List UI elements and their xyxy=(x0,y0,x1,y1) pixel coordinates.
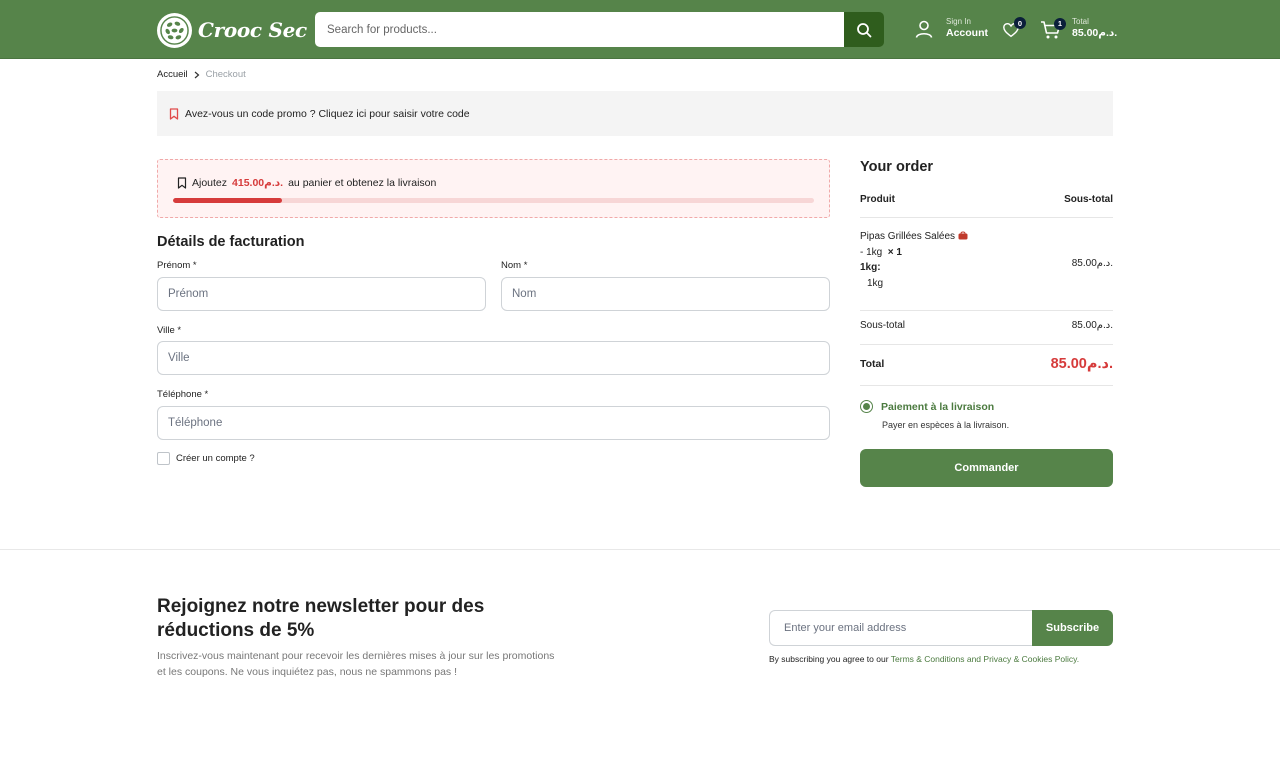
item-price: 85.00د.م. xyxy=(1071,258,1113,269)
promo-code-link[interactable]: Avez-vous un code promo ? Cliquez ici po… xyxy=(185,108,470,120)
create-account-checkbox[interactable] xyxy=(157,452,170,465)
bag-emoji-icon xyxy=(958,231,968,240)
search-input[interactable] xyxy=(315,12,844,47)
shipping-progress-fill xyxy=(173,198,282,203)
cart-button[interactable]: 1 Total 85.00د.م. xyxy=(1040,17,1117,40)
subtotal-label: Sous-total xyxy=(860,320,906,331)
payment-description: Payer en espèces à la livraison. xyxy=(882,420,1010,430)
terms-and: and xyxy=(966,654,982,664)
promo-code-bar: Avez-vous un code promo ? Cliquez ici po… xyxy=(157,91,1113,136)
cart-count-badge: 1 xyxy=(1054,17,1066,30)
item-quantity: × 1 xyxy=(887,246,902,258)
account-link[interactable]: Sign In Account xyxy=(914,17,988,40)
subtotal-row: Sous-total 85.00د.م. xyxy=(860,320,1113,331)
item-attr-label: 1kg: xyxy=(860,262,881,273)
divider xyxy=(860,217,1113,218)
search-bar xyxy=(315,12,884,47)
breadcrumb-current: Checkout xyxy=(205,69,246,80)
last-name-field[interactable] xyxy=(501,277,830,311)
city-label: Ville * xyxy=(157,325,182,336)
create-account-option[interactable]: Créer un compte ? xyxy=(157,452,255,465)
divider xyxy=(860,310,1113,311)
terms-prefix: By subscribing you agree to our xyxy=(769,654,889,664)
brand-name: Crooc Sec xyxy=(198,18,307,42)
shipping-suffix: au panier et obtenez la livraison xyxy=(288,177,437,189)
account-label: Account xyxy=(946,27,988,39)
user-icon xyxy=(915,20,933,38)
total-value: 85.00د.م. xyxy=(1050,356,1113,372)
shipping-prefix: Ajoutez xyxy=(192,177,228,189)
cart-small-label: Total xyxy=(1072,17,1089,26)
bookmark-icon xyxy=(169,107,179,120)
section-divider xyxy=(0,549,1280,550)
shipping-progress-track xyxy=(173,198,814,203)
city-field[interactable] xyxy=(157,341,830,375)
breadcrumb: Accueil Checkout xyxy=(157,69,246,80)
item-variant: - 1kg xyxy=(860,246,883,258)
wishlist-count-badge: 0 xyxy=(1014,17,1026,29)
search-icon xyxy=(857,22,872,37)
privacy-link[interactable]: Privacy & Cookies Policy. xyxy=(983,654,1079,664)
last-name-label: Nom * xyxy=(501,260,528,271)
total-row: Total 85.00د.م. xyxy=(860,356,1113,372)
product-column-header: Produit xyxy=(860,194,895,205)
logo-icon xyxy=(157,12,192,48)
newsletter-email-input[interactable] xyxy=(769,610,1032,646)
first-name-label: Prénom * xyxy=(157,260,197,271)
billing-title: Détails de facturation xyxy=(157,234,305,250)
order-table-header: Produit Sous-total xyxy=(860,194,1113,205)
item-attr-value: 1kg xyxy=(867,277,884,289)
wishlist-button[interactable]: 0 xyxy=(1002,17,1026,41)
first-name-field[interactable] xyxy=(157,277,486,311)
phone-label: Téléphone * xyxy=(157,389,209,400)
subtotal-column-header: Sous-total xyxy=(1064,194,1113,205)
newsletter-form: Subscribe xyxy=(769,610,1113,646)
cart-total: 85.00د.م. xyxy=(1072,27,1118,39)
order-title: Your order xyxy=(860,159,934,175)
account-small-label: Sign In xyxy=(946,17,971,26)
phone-field[interactable] xyxy=(157,406,830,440)
create-account-label: Créer un compte ? xyxy=(176,453,255,464)
subtotal-value: 85.00د.م. xyxy=(1071,320,1113,331)
item-name: Pipas Grillées Salées xyxy=(860,231,956,242)
payment-label: Paiement à la livraison xyxy=(881,400,995,413)
bookmark-icon xyxy=(177,177,187,189)
place-order-button[interactable]: Commander xyxy=(860,449,1113,487)
payment-cod-option[interactable]: Paiement à la livraison xyxy=(860,400,994,413)
newsletter-terms: By subscribing you agree to our Terms & … xyxy=(769,654,1079,664)
total-label: Total xyxy=(860,358,885,370)
newsletter-title: Rejoignez notre newsletter pour des rédu… xyxy=(157,596,485,641)
chevron-right-icon xyxy=(194,71,200,78)
shipping-amount: 415.00د.م. xyxy=(232,177,284,189)
breadcrumb-home[interactable]: Accueil xyxy=(157,69,188,80)
terms-link[interactable]: Terms & Conditions xyxy=(891,654,965,664)
site-header: Crooc Sec Sign In Account 0 xyxy=(0,0,1280,59)
newsletter-description: Inscrivez-vous maintenant pour recevoir … xyxy=(157,650,555,678)
payment-radio[interactable] xyxy=(860,400,873,413)
divider xyxy=(860,344,1113,345)
brand-logo[interactable]: Crooc Sec xyxy=(157,12,307,48)
search-button[interactable] xyxy=(844,12,884,47)
divider xyxy=(860,385,1113,386)
free-shipping-notice: Ajoutez 415.00د.م. au panier et obtenez la… xyxy=(157,159,830,218)
subscribe-button[interactable]: Subscribe xyxy=(1032,610,1113,646)
